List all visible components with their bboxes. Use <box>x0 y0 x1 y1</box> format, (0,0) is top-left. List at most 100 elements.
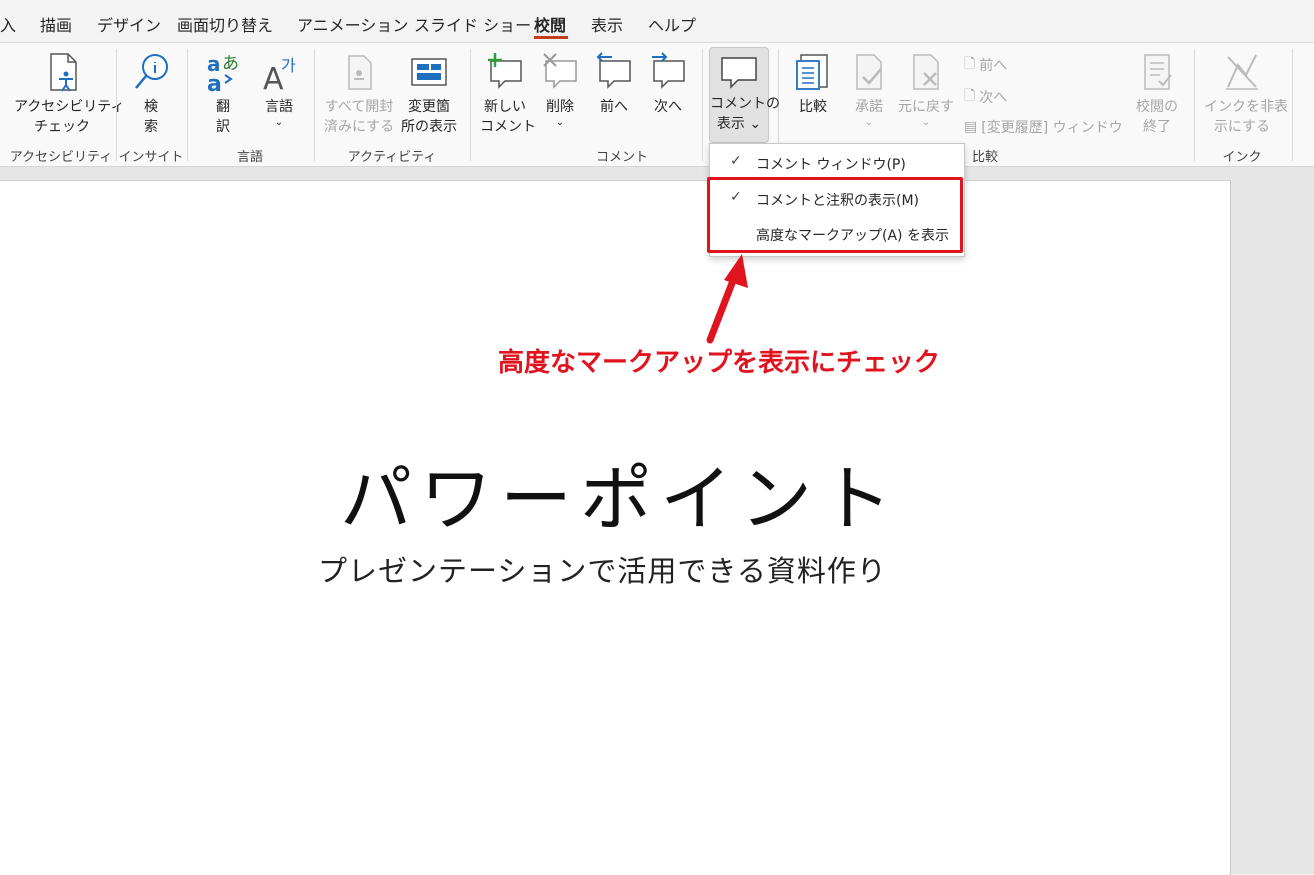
comment-icon <box>721 57 757 89</box>
end-review-label-2: 終了 <box>1143 119 1171 135</box>
mark-all-read-label-1: すべて開封 <box>324 99 394 115</box>
chevron-down-icon: ⌄ <box>274 117 284 128</box>
group-label-comments: コメント <box>595 150 649 165</box>
previous-comment-icon <box>596 52 631 89</box>
hide-ink-button[interactable]: インクを非表 示にする <box>1204 51 1288 137</box>
compare-label: 比較 <box>799 99 827 115</box>
previous-change-icon: 🗋 <box>964 56 976 72</box>
show-comments-button[interactable]: コメントの 表示 ⌄ <box>709 47 780 143</box>
tab-draw[interactable]: 描画 <box>40 12 72 36</box>
new-comment-button[interactable]: 新しい コメント <box>480 51 536 137</box>
reject-icon <box>913 54 939 90</box>
annotation-text: 高度なマークアップを表示にチェック <box>498 348 941 378</box>
next-comment-button[interactable]: 次へ <box>646 51 690 117</box>
translate-label-1: 翻 <box>216 99 230 115</box>
chevron-down-icon: ⌄ <box>864 117 874 128</box>
tab-review[interactable]: 校閲 <box>534 12 566 36</box>
checkmark-icon: ✓ <box>730 153 742 169</box>
previous-comment-label: 前へ <box>600 99 628 115</box>
next-comment-label: 次へ <box>654 99 682 115</box>
accept-label: 承諾 <box>855 99 883 115</box>
tab-help[interactable]: ヘルプ <box>648 12 696 36</box>
hide-ink-icon <box>1226 54 1258 90</box>
tab-design[interactable]: デザイン <box>97 12 161 36</box>
show-changes-label-2: 所の表示 <box>401 119 457 135</box>
ribbon: アクセシビリティ チェック アクセシビリティ 検 索 インサイト a あ a 翻… <box>0 43 1314 167</box>
delete-comment-label: 削除 <box>546 99 574 115</box>
compare-icon <box>796 54 828 90</box>
annotation-highlight-box <box>707 177 963 253</box>
show-comments-label-2: 表示 ⌄ <box>716 116 762 132</box>
mark-all-read-label-2: 済みにする <box>324 119 395 135</box>
group-label-accessibility: アクセシビリティ <box>9 150 113 165</box>
language-label: 言語 <box>265 99 293 115</box>
svg-text:a: a <box>207 72 222 93</box>
menu-item-comments-pane[interactable]: ✓ コメント ウィンドウ(P) <box>710 148 964 178</box>
changes-panel-icon <box>411 58 447 86</box>
next-change-icon: 🗋 <box>964 88 976 104</box>
mark-all-read-button[interactable]: すべて開封 済みにする <box>324 51 394 137</box>
annotation-arrow-icon <box>706 254 748 344</box>
svg-text:あ: あ <box>222 54 239 74</box>
reject-button[interactable]: 元に戻す ⌄ <box>896 51 956 129</box>
group-label-language: 言語 <box>236 150 264 165</box>
accept-button[interactable]: 承諾 ⌄ <box>848 51 890 129</box>
group-label-activity: アクティビティ <box>347 150 437 165</box>
revisions-pane-icon: ▤ <box>964 119 978 135</box>
language-icon: A 가 <box>263 56 296 93</box>
tab-animations[interactable]: アニメーション <box>297 12 408 36</box>
previous-change-button[interactable]: 🗋 前へ <box>964 53 1007 77</box>
search-info-icon <box>135 54 168 89</box>
group-label-insights: インサイト <box>118 150 184 165</box>
show-changes-label-1: 変更箇 <box>408 99 450 115</box>
new-comment-label-1: 新しい <box>484 99 526 115</box>
revisions-pane-button[interactable]: ▤ [変更履歴] ウィンドウ <box>964 117 1123 137</box>
new-comment-label-2: コメント <box>480 119 536 135</box>
accessibility-label-1: アクセシビリティ <box>14 99 125 115</box>
smart-lookup-label-2: 索 <box>144 119 158 135</box>
chevron-down-icon: ⌄ <box>555 117 565 128</box>
translate-button[interactable]: a あ a 翻 訳 <box>200 51 246 137</box>
hide-ink-label-2: 示にする <box>1213 119 1271 135</box>
previous-change-label: 前へ <box>979 58 1008 74</box>
tab-transitions[interactable]: 画面切り替え <box>177 12 273 36</box>
compare-button[interactable]: 比較 <box>790 51 836 117</box>
accessibility-check-button[interactable]: アクセシビリティ チェック <box>14 51 125 137</box>
next-comment-icon <box>652 52 685 89</box>
hide-ink-label-1: インクを非表 <box>1204 99 1288 115</box>
show-comments-label-1: コメントの <box>710 96 780 112</box>
revisions-pane-label: [変更履歴] ウィンドウ <box>981 120 1123 136</box>
active-tab-indicator <box>534 36 568 39</box>
accessibility-icon <box>50 53 77 92</box>
previous-comment-button[interactable]: 前へ <box>592 51 636 117</box>
menu-item-label: コメント ウィンドウ(P) <box>756 157 906 173</box>
delete-comment-button[interactable]: 削除 ⌄ <box>538 51 582 129</box>
show-changes-button[interactable]: 変更箇 所の表示 <box>398 51 460 137</box>
delete-comment-icon <box>543 53 577 89</box>
chevron-down-icon: ⌄ <box>921 117 931 128</box>
show-comments-inner: コメントの 表示 ⌄ <box>710 54 780 134</box>
smart-lookup-label-1: 検 <box>144 99 158 115</box>
group-label-compare: 比較 <box>971 150 999 165</box>
svg-text:가: 가 <box>281 56 296 75</box>
next-change-label: 次へ <box>979 90 1008 106</box>
group-label-ink: インク <box>1222 150 1262 165</box>
show-comments-label-2-text: 表示 <box>716 116 745 132</box>
next-change-button[interactable]: 🗋 次へ <box>964 85 1007 109</box>
document-icon <box>348 55 372 90</box>
ribbon-tabs: 入 描画 デザイン 画面切り替え アニメーション スライド ショー 校閲 表示 … <box>0 0 1314 43</box>
end-review-label-1: 校閲の <box>1136 99 1178 115</box>
reject-label: 元に戻す <box>898 99 954 115</box>
tab-view[interactable]: 表示 <box>591 12 623 36</box>
translate-label-2: 訳 <box>216 119 230 135</box>
end-review-button[interactable]: 校閲の 終了 <box>1130 51 1184 137</box>
smart-lookup-button[interactable]: 検 索 <box>128 51 174 137</box>
translate-icon: a あ a <box>207 52 239 93</box>
accessibility-label-2: チェック <box>34 119 90 135</box>
tab-insert[interactable]: 入 <box>0 12 16 36</box>
accept-icon <box>856 54 882 90</box>
slide-subtitle[interactable]: プレゼンテーションで活用できる資料作り <box>318 548 887 590</box>
tab-slideshow[interactable]: スライド ショー <box>414 12 531 36</box>
language-button[interactable]: A 가 言語 ⌄ <box>252 51 306 129</box>
slide-title[interactable]: パワーポイント <box>340 440 900 545</box>
